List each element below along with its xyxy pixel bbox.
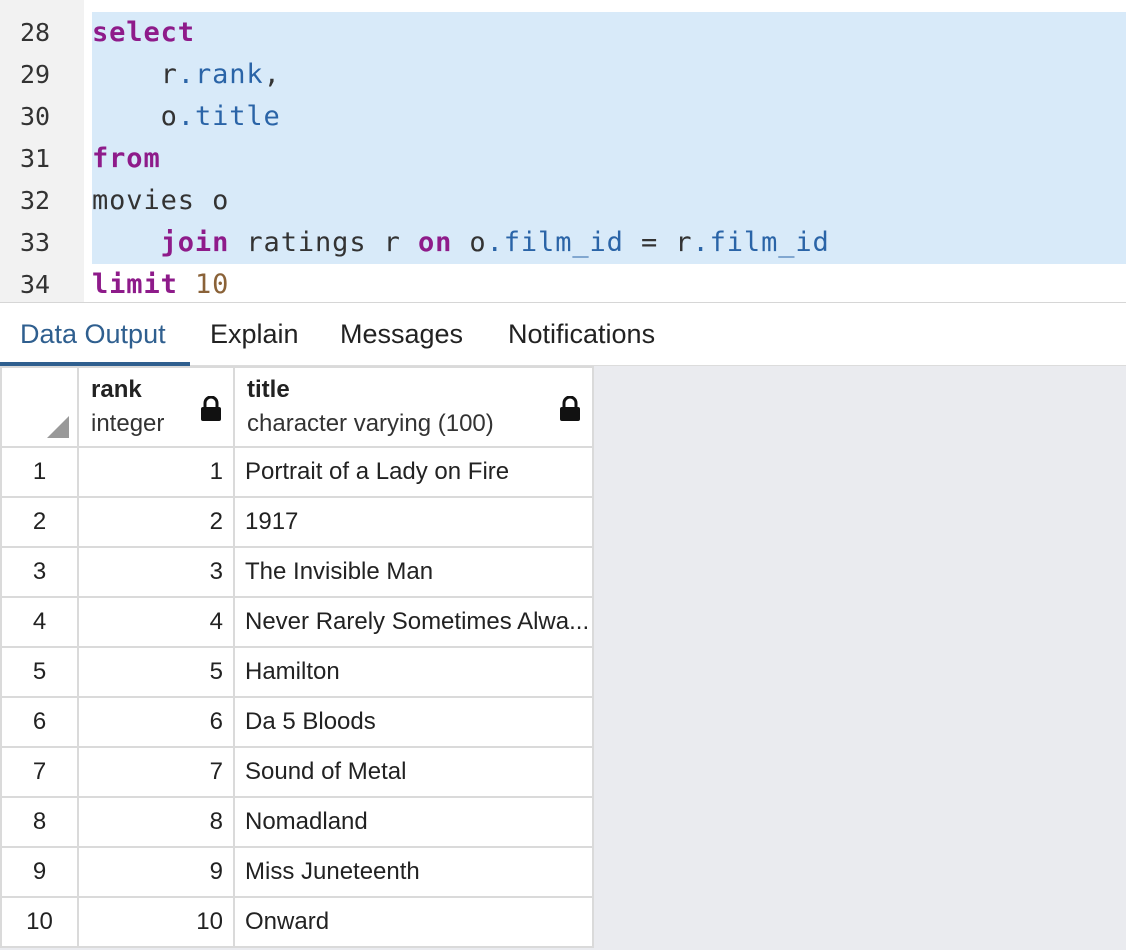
- code-line: 29 r.rank,: [0, 54, 1126, 96]
- row-number[interactable]: 9: [0, 846, 79, 898]
- code-text[interactable]: o.title: [92, 96, 281, 138]
- tab-data-output[interactable]: Data Output: [0, 303, 190, 366]
- select-all-corner[interactable]: [0, 366, 79, 448]
- table-row[interactable]: 6 6 Da 5 Bloods: [0, 696, 594, 748]
- column-header-title[interactable]: title character varying (100): [233, 366, 594, 448]
- code-text[interactable]: join ratings r on o.film_id = r.film_id: [92, 222, 830, 264]
- column-name: rank: [91, 376, 142, 403]
- code-text[interactable]: limit 10: [92, 264, 229, 302]
- row-number[interactable]: 7: [0, 746, 79, 798]
- selection-highlight: [92, 138, 1126, 180]
- title-cell[interactable]: Nomadland: [233, 796, 594, 848]
- line-number: 34: [19, 270, 51, 299]
- row-number[interactable]: 2: [0, 496, 79, 548]
- code-line: 31 from: [0, 138, 1126, 180]
- column-name: title: [247, 376, 290, 403]
- tab-messages[interactable]: Messages: [320, 303, 483, 366]
- title-cell[interactable]: The Invisible Man: [233, 546, 594, 598]
- column-type: integer: [91, 410, 165, 437]
- column-type: character varying (100): [247, 410, 494, 437]
- tab-explain[interactable]: Explain: [190, 303, 319, 366]
- code-text[interactable]: from: [92, 138, 161, 180]
- line-number: 32: [19, 186, 51, 215]
- code-line: 30 o.title: [0, 96, 1126, 138]
- rank-cell[interactable]: 9: [77, 846, 235, 898]
- header-row: rank integer title character varying (10…: [0, 366, 594, 448]
- line-number: 28: [19, 18, 51, 47]
- tab-notifications[interactable]: Notifications: [488, 303, 675, 366]
- code-text[interactable]: select: [92, 12, 195, 54]
- row-number[interactable]: 10: [0, 896, 79, 948]
- selection-highlight: [92, 180, 1126, 222]
- title-cell[interactable]: Never Rarely Sometimes Alwa...: [233, 596, 594, 648]
- rank-cell[interactable]: 5: [77, 646, 235, 698]
- select-all-icon: [47, 416, 69, 438]
- row-number[interactable]: 1: [0, 446, 79, 498]
- data-output-grid: rank integer title character varying (10…: [0, 366, 1126, 950]
- line-number: 33: [19, 228, 51, 257]
- table-row[interactable]: 2 2 1917: [0, 496, 594, 548]
- sql-editor[interactable]: 28 select 29 r.rank, 30 o.title 31 from …: [0, 0, 1126, 302]
- line-number: 29: [19, 60, 51, 89]
- rank-cell[interactable]: 8: [77, 796, 235, 848]
- row-number[interactable]: 4: [0, 596, 79, 648]
- title-cell[interactable]: Onward: [233, 896, 594, 948]
- table-row[interactable]: 1 1 Portrait of a Lady on Fire: [0, 446, 594, 498]
- code-line: 34 limit 10: [0, 264, 1126, 302]
- title-cell[interactable]: Miss Juneteenth: [233, 846, 594, 898]
- table-row[interactable]: 8 8 Nomadland: [0, 796, 594, 848]
- row-number[interactable]: 8: [0, 796, 79, 848]
- title-cell[interactable]: Sound of Metal: [233, 746, 594, 798]
- code-text[interactable]: r.rank,: [92, 54, 281, 96]
- table-row[interactable]: 10 10 Onward: [0, 896, 594, 948]
- rank-cell[interactable]: 7: [77, 746, 235, 798]
- lock-icon: [201, 396, 221, 421]
- rank-cell[interactable]: 6: [77, 696, 235, 748]
- title-cell[interactable]: Portrait of a Lady on Fire: [233, 446, 594, 498]
- table-row[interactable]: 4 4 Never Rarely Sometimes Alwa...: [0, 596, 594, 648]
- code-text[interactable]: movies o: [92, 180, 229, 222]
- column-header-rank[interactable]: rank integer: [77, 366, 235, 448]
- table-row[interactable]: 7 7 Sound of Metal: [0, 746, 594, 798]
- rank-cell[interactable]: 2: [77, 496, 235, 548]
- rank-cell[interactable]: 3: [77, 546, 235, 598]
- rank-cell[interactable]: 4: [77, 596, 235, 648]
- table-row[interactable]: 9 9 Miss Juneteenth: [0, 846, 594, 898]
- title-cell[interactable]: Hamilton: [233, 646, 594, 698]
- output-tabs: Data Output Explain Messages Notificatio…: [0, 302, 1126, 366]
- code-line: 28 select: [0, 12, 1126, 54]
- title-cell[interactable]: Da 5 Bloods: [233, 696, 594, 748]
- code-line: 33 join ratings r on o.film_id = r.film_…: [0, 222, 1126, 264]
- result-table: rank integer title character varying (10…: [0, 366, 594, 948]
- line-number: 30: [19, 102, 51, 131]
- rank-cell[interactable]: 10: [77, 896, 235, 948]
- row-number[interactable]: 5: [0, 646, 79, 698]
- title-cell[interactable]: 1917: [233, 496, 594, 548]
- lock-icon: [560, 396, 580, 421]
- code-line: 32 movies o: [0, 180, 1126, 222]
- line-number: 31: [19, 144, 51, 173]
- selection-highlight: [92, 12, 1126, 54]
- row-number[interactable]: 6: [0, 696, 79, 748]
- table-row[interactable]: 3 3 The Invisible Man: [0, 546, 594, 598]
- table-row[interactable]: 5 5 Hamilton: [0, 646, 594, 698]
- rank-cell[interactable]: 1: [77, 446, 235, 498]
- row-number[interactable]: 3: [0, 546, 79, 598]
